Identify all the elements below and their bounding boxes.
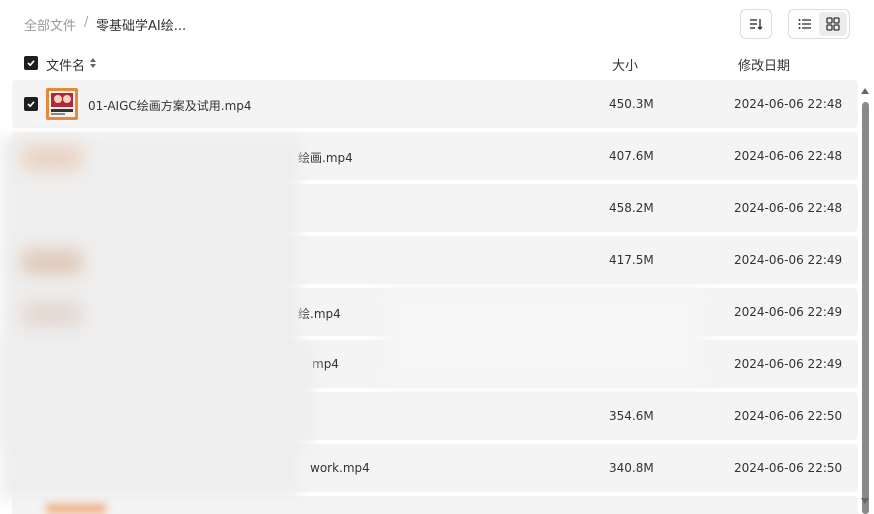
blurred-thumbnail bbox=[22, 250, 82, 274]
row-checkbox[interactable] bbox=[24, 97, 38, 111]
video-thumbnail bbox=[46, 502, 106, 514]
sort-arrows-icon[interactable] bbox=[89, 57, 97, 69]
scroll-up-arrow[interactable] bbox=[860, 86, 870, 96]
scroll-down-arrow[interactable] bbox=[860, 496, 870, 506]
check-icon bbox=[27, 101, 35, 108]
sort-icon bbox=[750, 19, 763, 30]
file-date: 2024-06-06 22:50 bbox=[734, 461, 843, 475]
file-size: 417.5M bbox=[609, 253, 654, 267]
file-list: 01-AIGC绘画方案及试用.mp4 450.3M 2024-06-06 22:… bbox=[0, 80, 874, 514]
breadcrumb-root[interactable]: 全部文件 bbox=[24, 15, 76, 34]
view-toggle bbox=[788, 9, 850, 39]
blurred-thumbnail bbox=[22, 302, 82, 326]
file-date: 2024-06-06 22:49 bbox=[734, 253, 843, 267]
list-view-button[interactable] bbox=[791, 12, 819, 36]
triangle-up-icon bbox=[861, 88, 869, 94]
scrollbar[interactable] bbox=[860, 86, 870, 514]
file-name: 绘画.mp4 bbox=[298, 151, 353, 165]
file-date: 2024-06-06 22:49 bbox=[734, 357, 843, 371]
file-size: 340.8M bbox=[609, 461, 654, 475]
file-date: 2024-06-06 22:48 bbox=[734, 97, 843, 111]
top-bar: 全部文件 / 零基础学AI绘... bbox=[0, 0, 874, 48]
file-size: 450.3M bbox=[609, 97, 654, 111]
redaction-blur bbox=[0, 344, 314, 444]
video-thumbnail bbox=[46, 88, 78, 120]
file-date: 2024-06-06 22:48 bbox=[734, 201, 843, 215]
breadcrumb-separator: / bbox=[84, 15, 89, 30]
file-name: 01-AIGC绘画方案及试用.mp4 bbox=[88, 99, 252, 113]
table-row[interactable]: 01-AIGC绘画方案及试用.mp4 450.3M 2024-06-06 22:… bbox=[12, 80, 858, 128]
header-size[interactable]: 大小 bbox=[612, 55, 638, 74]
grid-view-button[interactable] bbox=[819, 12, 847, 36]
file-date: 2024-06-06 22:50 bbox=[734, 409, 843, 423]
check-icon bbox=[27, 60, 35, 67]
list-view-icon bbox=[798, 19, 811, 29]
file-size: 407.6M bbox=[609, 149, 654, 163]
header-name[interactable]: 文件名 bbox=[46, 55, 85, 74]
scrollbar-thumb[interactable] bbox=[862, 102, 869, 514]
file-size: 458.2M bbox=[609, 201, 654, 215]
file-name: mp4 bbox=[312, 357, 339, 371]
redaction-blur bbox=[380, 286, 708, 390]
file-name: work.mp4 bbox=[310, 461, 370, 475]
file-name: 绘.mp4 bbox=[298, 307, 341, 321]
grid-view-icon bbox=[826, 17, 840, 31]
triangle-down-icon bbox=[861, 498, 869, 504]
header-date[interactable]: 修改日期 bbox=[738, 55, 790, 74]
blurred-thumbnail bbox=[22, 146, 82, 170]
file-date: 2024-06-06 22:49 bbox=[734, 305, 843, 319]
breadcrumb-current: 零基础学AI绘... bbox=[96, 19, 187, 34]
column-header: 文件名 大小 修改日期 bbox=[0, 52, 874, 76]
file-date: 2024-06-06 22:48 bbox=[734, 149, 843, 163]
sort-button[interactable] bbox=[740, 9, 772, 39]
file-size: 354.6M bbox=[609, 409, 654, 423]
select-all-checkbox[interactable] bbox=[24, 56, 38, 70]
